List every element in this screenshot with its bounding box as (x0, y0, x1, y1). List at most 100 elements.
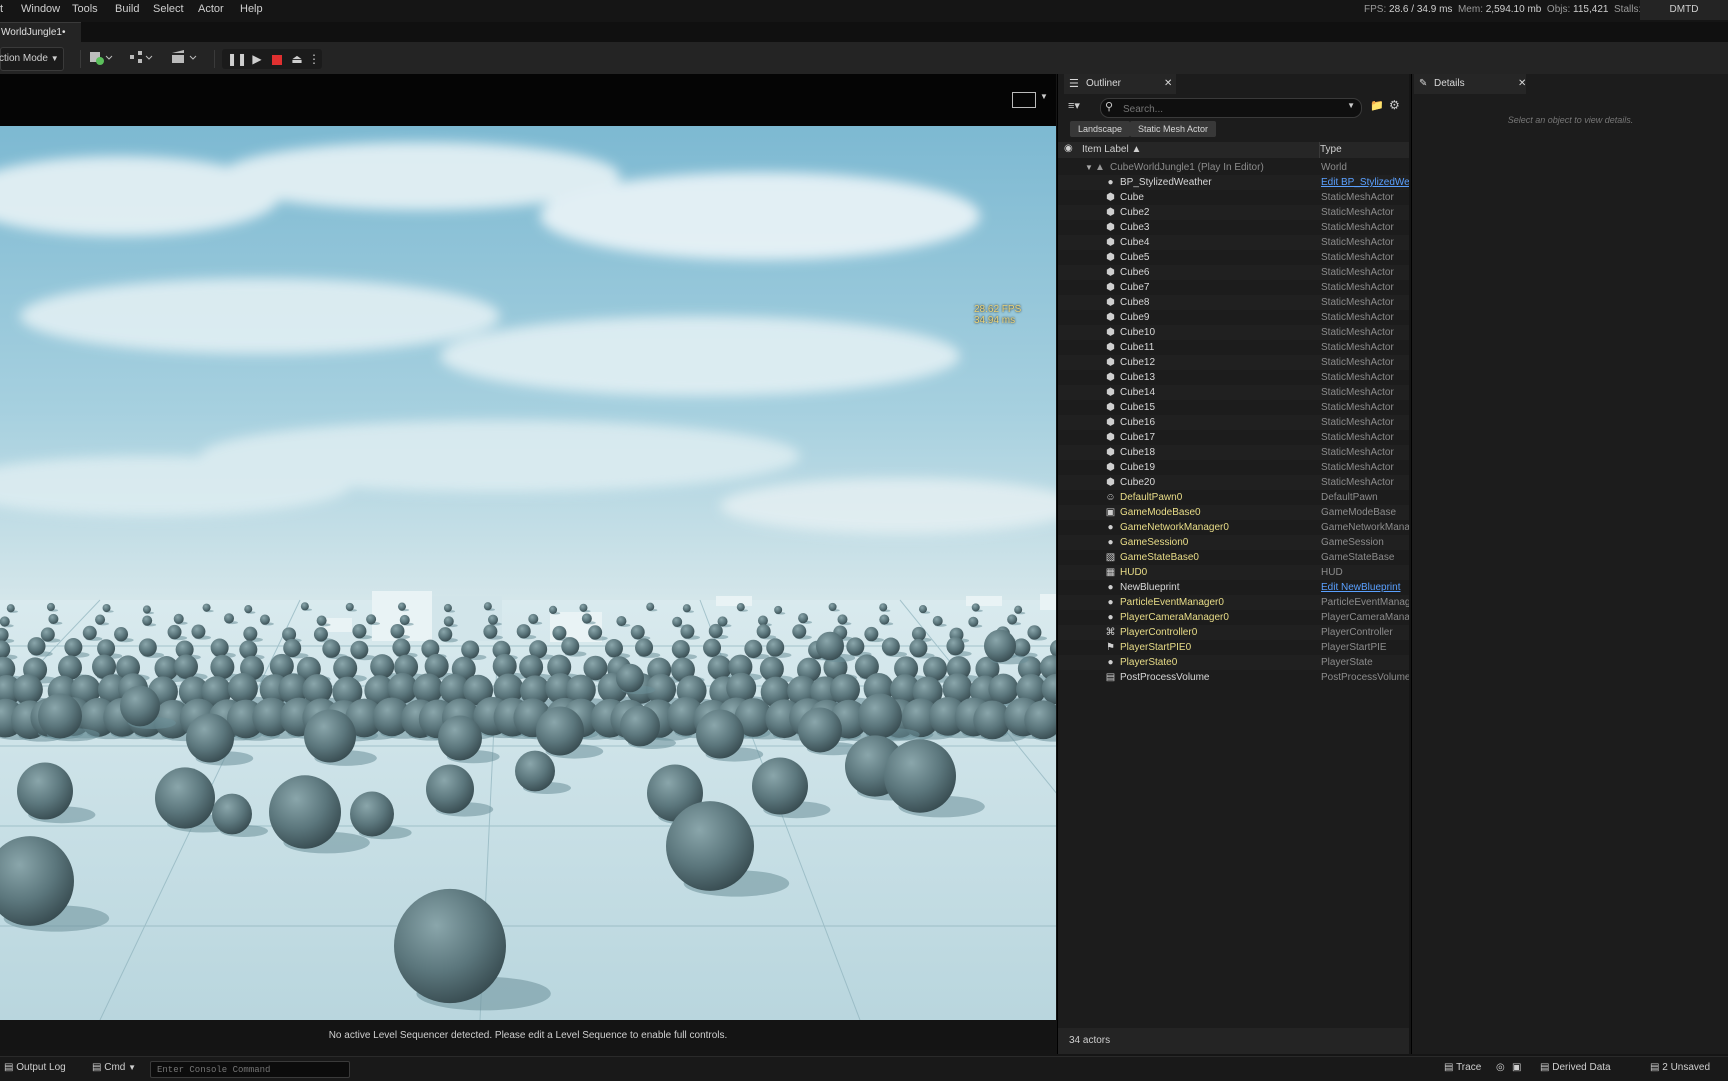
menu-actor[interactable]: Actor (198, 3, 224, 15)
sphere (620, 705, 660, 747)
output-log-button[interactable]: ▤ Output Log (4, 1062, 66, 1073)
screenshot-icon[interactable]: ▣ (1512, 1062, 1521, 1073)
menu-build[interactable]: Build (115, 3, 139, 15)
tree-row[interactable]: ⬢ Cube2 StaticMeshActor (1058, 205, 1409, 220)
edit-blueprint-link[interactable]: Edit BP_StylizedWea (1321, 175, 1409, 190)
tree-row[interactable]: ⬢ Cube17 StaticMeshActor (1058, 430, 1409, 445)
eye-icon[interactable]: ◉ (1064, 143, 1073, 154)
tree-row[interactable]: ● PlayerCameraManager0 PlayerCameraManag (1058, 610, 1409, 625)
chevron-down-icon[interactable]: ▼ (1040, 92, 1048, 101)
tree-row[interactable]: ⚑ PlayerStartPIE0 PlayerStartPIE (1058, 640, 1409, 655)
tree-row[interactable]: ⬢ Cube10 StaticMeshActor (1058, 325, 1409, 340)
outliner-tab[interactable]: ☰ Outliner ✕ (1064, 74, 1176, 94)
ms-overlay-text: 34.94 ms (974, 315, 1016, 326)
tree-row[interactable]: ⬢ Cube14 StaticMeshActor (1058, 385, 1409, 400)
expand-icon[interactable]: ▼ (1085, 160, 1093, 175)
gear-icon[interactable]: ⚙ (1389, 98, 1400, 112)
cube-icon: ⬢ (1106, 342, 1115, 353)
tree-row[interactable]: ▧ GameStateBase0 GameStateBase (1058, 550, 1409, 565)
sphere (370, 654, 395, 679)
tree-row[interactable]: ● PlayerState0 PlayerState (1058, 655, 1409, 670)
filter-chip-landscape[interactable]: Landscape (1070, 121, 1131, 137)
row-label: Cube3 (1120, 222, 1150, 233)
tree-row-world[interactable]: ▼ ▲ CubeWorldJungle1 (Play In Editor) Wo… (1058, 160, 1409, 175)
tree-row[interactable]: ⬢ Cube12 StaticMeshActor (1058, 355, 1409, 370)
tree-row[interactable]: ⌘ PlayerController0 PlayerController (1058, 625, 1409, 640)
level-viewport[interactable]: ▼ 28.62 FPS 34.94 ms (0, 74, 1056, 1020)
menu-window[interactable]: Window (21, 3, 60, 15)
outliner-search[interactable]: ⚲ ▼ (1100, 98, 1362, 118)
console-input[interactable] (151, 1062, 349, 1077)
stop-button[interactable] (267, 49, 287, 69)
row-type: StaticMeshActor (1321, 477, 1394, 488)
sphere (227, 673, 258, 704)
filter-icon[interactable]: ≡▾ (1068, 99, 1080, 112)
edit-blueprint-link[interactable]: Edit NewBlueprint (1321, 580, 1409, 595)
tree-row[interactable]: ⬢ Cube9 StaticMeshActor (1058, 310, 1409, 325)
col-item-label[interactable]: Item Label ▲ (1082, 144, 1141, 155)
close-icon[interactable]: ✕ (1518, 74, 1526, 94)
record-icon[interactable]: ◎ (1496, 1062, 1505, 1073)
tree-row[interactable]: ⬢ Cube8 StaticMeshActor (1058, 295, 1409, 310)
details-tab[interactable]: ✎ Details ✕ (1414, 74, 1526, 94)
filter-chip-static-mesh-actor[interactable]: Static Mesh Actor (1130, 121, 1217, 137)
level-tab[interactable]: WorldJungle1• (0, 22, 81, 43)
col-type[interactable]: Type (1320, 144, 1342, 155)
sphere (528, 613, 539, 625)
tree-row[interactable]: ⬢ Cube20 StaticMeshActor (1058, 475, 1409, 490)
chevron-down-icon[interactable]: ▼ (1347, 101, 1355, 110)
sphere (971, 603, 980, 612)
console-command-box[interactable] (150, 1061, 350, 1078)
tree-row[interactable]: ▦ HUD0 HUD (1058, 565, 1409, 580)
tree-row[interactable]: ● NewBlueprint Edit NewBlueprint (1058, 580, 1409, 595)
viewport-layout-icon[interactable] (1012, 92, 1036, 108)
sphere (884, 739, 956, 813)
tree-row[interactable]: ● ParticleEventManager0 ParticleEventManag (1058, 595, 1409, 610)
tree-row[interactable]: ▣ GameModeBase0 GameModeBase (1058, 505, 1409, 520)
add-actor-button[interactable] (88, 47, 116, 69)
close-icon[interactable]: ✕ (1164, 74, 1172, 94)
tree-row[interactable]: ⬢ Cube StaticMeshActor (1058, 190, 1409, 205)
pause-button[interactable]: ❚❚ (227, 49, 247, 69)
tree-row[interactable]: ⬢ Cube4 StaticMeshActor (1058, 235, 1409, 250)
mode-dropdown[interactable]: ction Mode ▼ (0, 47, 64, 71)
menu-tools[interactable]: Tools (72, 3, 98, 15)
tree-row[interactable]: ⬢ Cube13 StaticMeshActor (1058, 370, 1409, 385)
tree-row[interactable]: ● BP_StylizedWeather Edit BP_StylizedWea (1058, 175, 1409, 190)
tree-row[interactable]: ● GameNetworkManager0 GameNetworkManag (1058, 520, 1409, 535)
tree-row[interactable]: ● GameSession0 GameSession (1058, 535, 1409, 550)
tree-row[interactable]: ⬢ Cube7 StaticMeshActor (1058, 280, 1409, 295)
tree-row[interactable]: ⬢ Cube6 StaticMeshActor (1058, 265, 1409, 280)
tree-row[interactable]: ▤ PostProcessVolume PostProcessVolume (1058, 670, 1409, 685)
unsaved-button[interactable]: ▤ 2 Unsaved (1650, 1062, 1710, 1073)
sphere (646, 602, 655, 611)
sphere (443, 616, 454, 627)
row-type: StaticMeshActor (1321, 252, 1394, 263)
cmd-dropdown[interactable]: ▤ Cmd ▼ (92, 1062, 136, 1073)
tree-row[interactable]: ⬢ Cube15 StaticMeshActor (1058, 400, 1409, 415)
menu-help[interactable]: Help (240, 3, 263, 15)
tree-row[interactable]: ⬢ Cube11 StaticMeshActor (1058, 340, 1409, 355)
row-label: Cube18 (1120, 447, 1156, 458)
tree-row[interactable]: ⬢ Cube18 StaticMeshActor (1058, 445, 1409, 460)
menu-bar: t Window Tools Build Select Actor Help F… (0, 0, 1728, 22)
cinematics-button[interactable] (170, 47, 200, 69)
menu-file-clipped[interactable]: t (0, 3, 3, 15)
search-input[interactable] (1121, 101, 1345, 117)
cube-icon: ⬢ (1106, 432, 1115, 443)
tree-row[interactable]: ⬢ Cube3 StaticMeshActor (1058, 220, 1409, 235)
tree-row[interactable]: ⬢ Cube16 StaticMeshActor (1058, 415, 1409, 430)
menu-select[interactable]: Select (153, 3, 184, 15)
frame-skip-button[interactable]: ▶ (247, 49, 267, 69)
derived-data-button[interactable]: ▤ Derived Data (1540, 1062, 1611, 1073)
add-folder-icon[interactable]: 📁 (1370, 99, 1384, 112)
tree-row[interactable]: ⬢ Cube19 StaticMeshActor (1058, 460, 1409, 475)
tree-row[interactable]: ⬢ Cube5 StaticMeshActor (1058, 250, 1409, 265)
user-badge[interactable]: DMTD (1640, 0, 1728, 20)
row-type: StaticMeshActor (1321, 207, 1394, 218)
play-options-button[interactable]: ⋮ (304, 49, 324, 69)
blueprint-button[interactable] (128, 47, 156, 69)
cube-icon: ⬢ (1106, 312, 1115, 323)
tree-row[interactable]: ☺ DefaultPawn0 DefaultPawn (1058, 490, 1409, 505)
trace-button[interactable]: ▤ Trace (1444, 1062, 1481, 1073)
